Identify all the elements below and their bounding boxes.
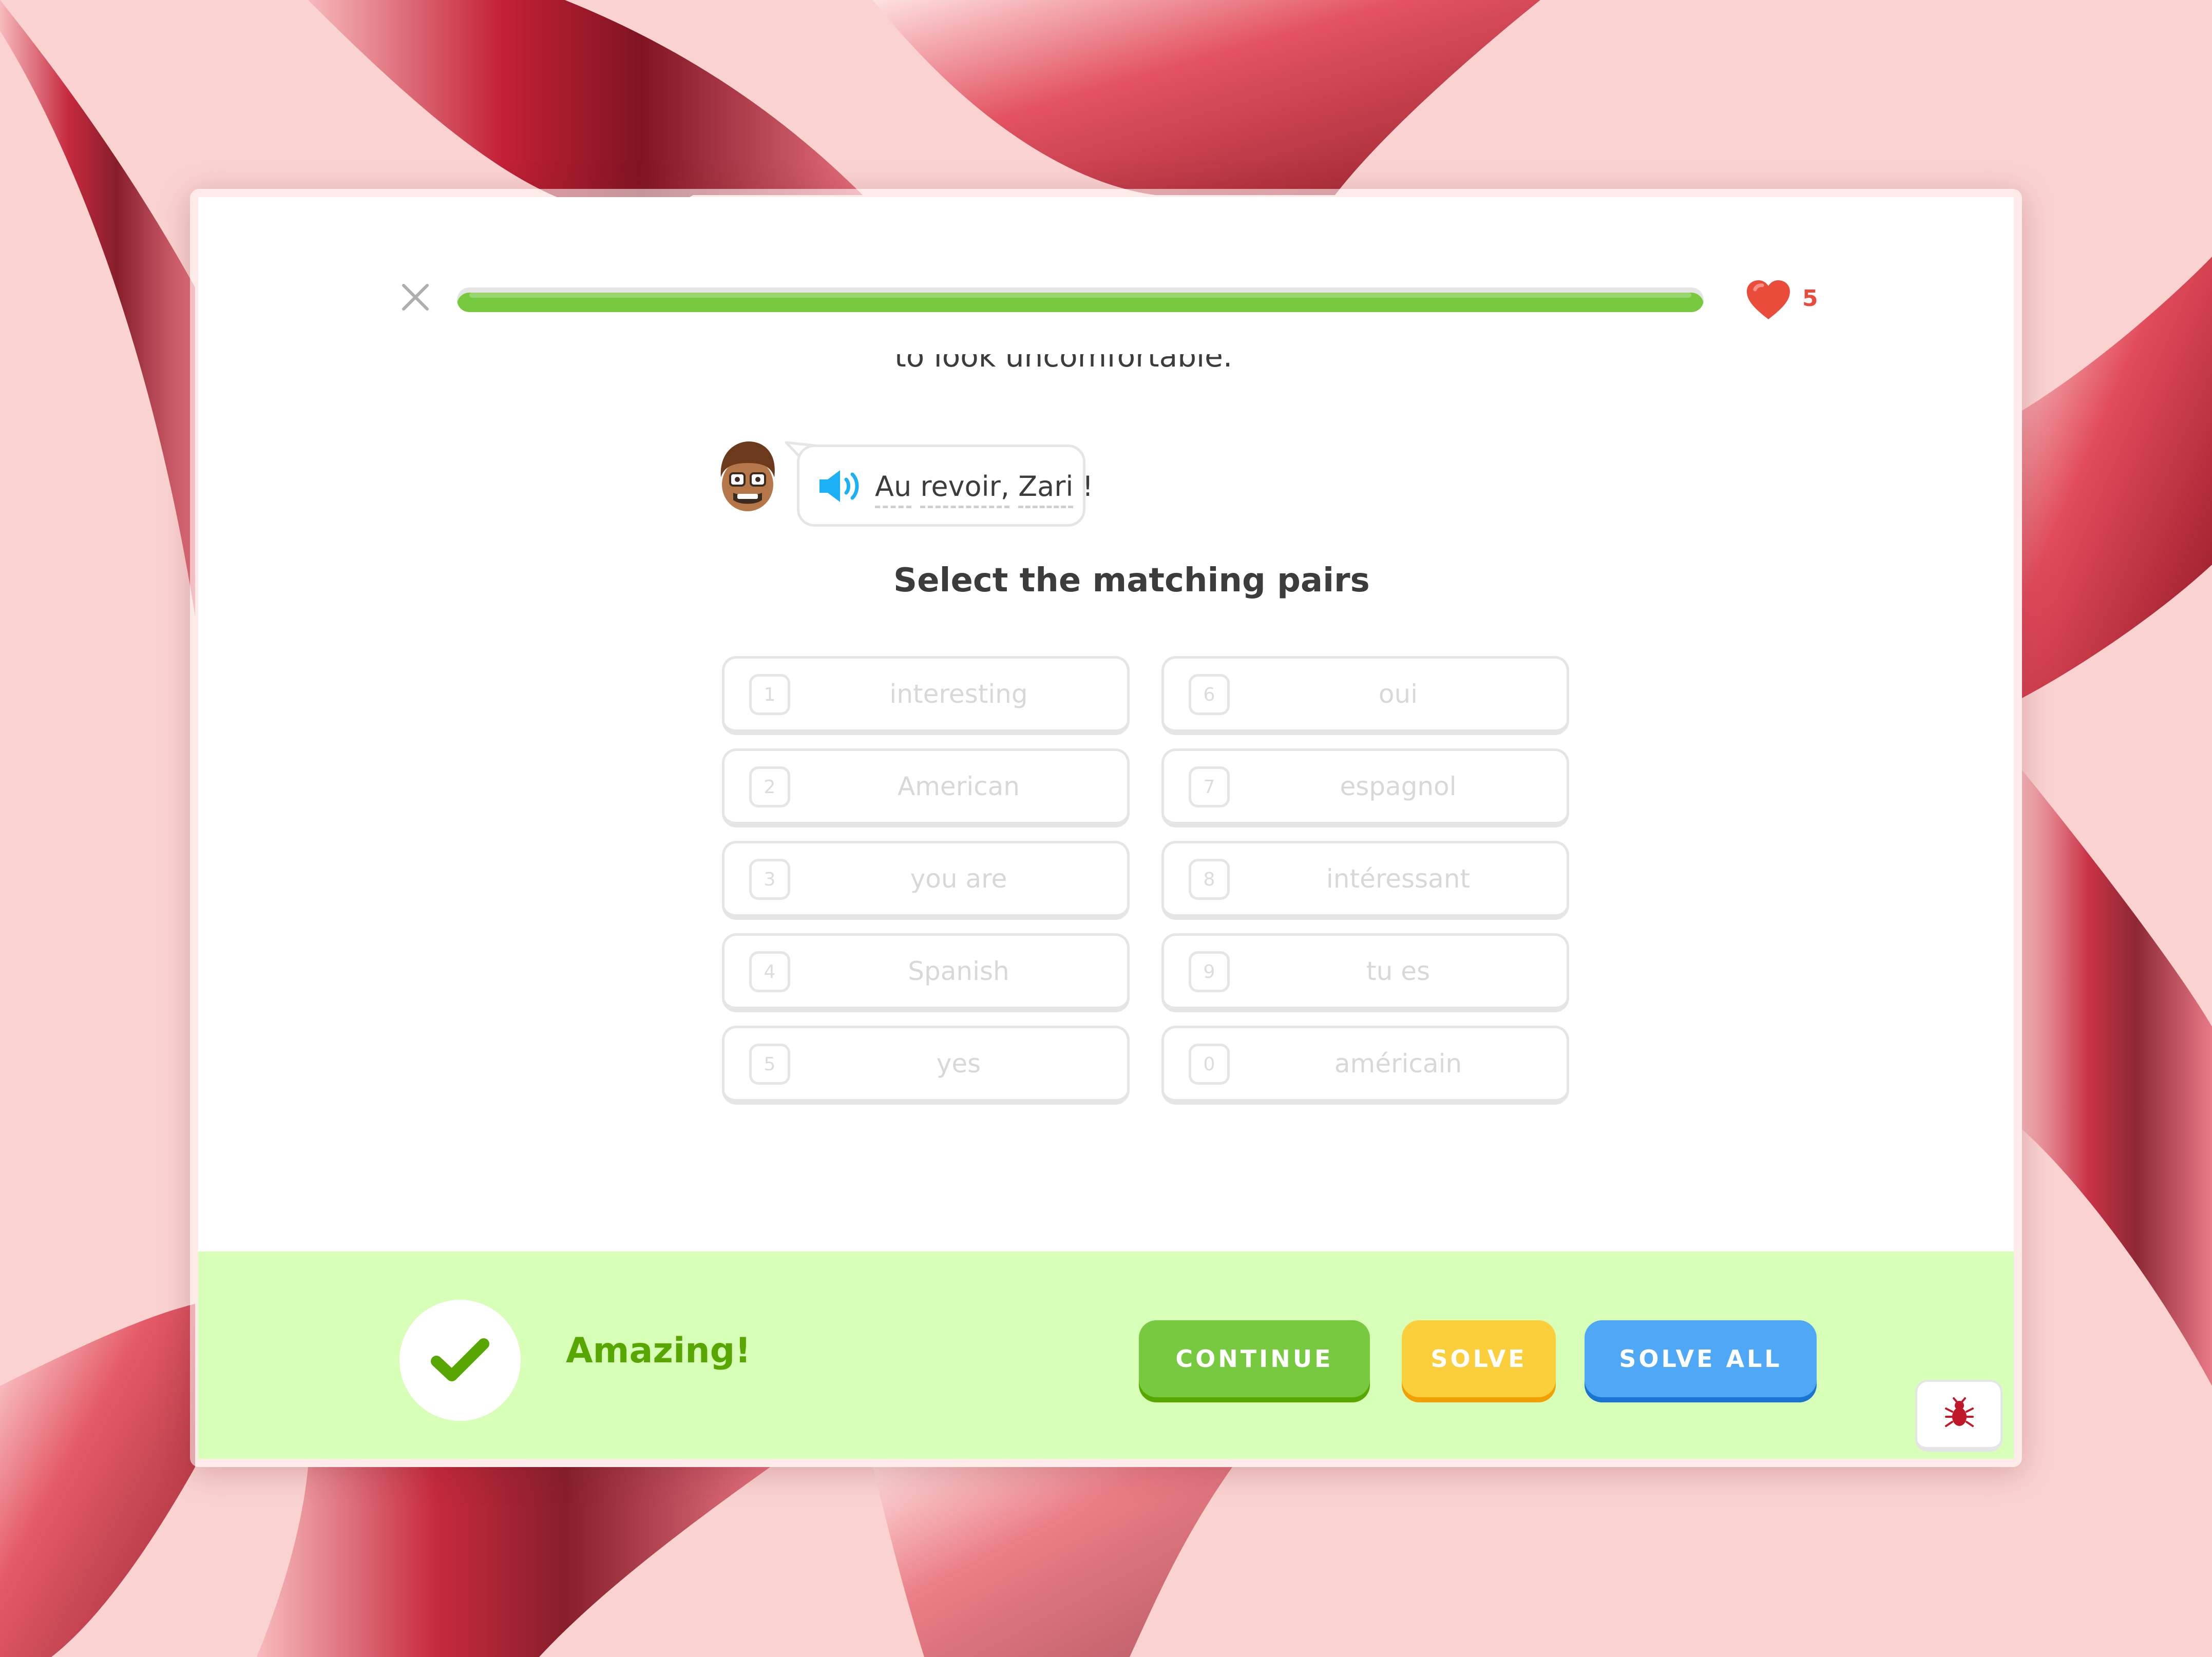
- pair-tile-right[interactable]: 8 intéressant: [1161, 841, 1569, 920]
- tile-number: 4: [749, 951, 790, 992]
- bubble-word[interactable]: Au: [875, 470, 912, 508]
- speech-bubble-text: Au revoir, Zari !: [875, 470, 1094, 508]
- pair-tile-right[interactable]: 7 espagnol: [1161, 748, 1569, 827]
- speaker-icon[interactable]: [817, 467, 865, 505]
- tile-number: 3: [749, 859, 790, 900]
- bubble-word[interactable]: revoir,: [920, 470, 1009, 508]
- tile-word: yes: [936, 1049, 981, 1078]
- feedback-footer: Amazing! CONTINUE SOLVE SOLVE ALL: [198, 1251, 2014, 1459]
- success-badge: [399, 1300, 521, 1421]
- tile-number: 0: [1189, 1044, 1230, 1085]
- tile-word: tu es: [1366, 956, 1430, 986]
- lesson-progress-fill: [457, 293, 1704, 312]
- pair-tile-right[interactable]: 6 oui: [1161, 656, 1569, 735]
- tile-word: espagnol: [1340, 772, 1457, 801]
- tile-word: Spanish: [908, 956, 1009, 986]
- character-avatar: [720, 441, 775, 511]
- app-window: 5 to look uncomfortable. Au revoir, Zari…: [190, 189, 2022, 1467]
- tile-word: américain: [1334, 1049, 1462, 1078]
- tile-word: intéressant: [1326, 864, 1471, 894]
- hearts-count: 5: [1802, 285, 1818, 312]
- pair-tile-left[interactable]: 5 yes: [722, 1026, 1130, 1105]
- pair-tile-right[interactable]: 0 américain: [1161, 1026, 1569, 1105]
- tile-number: 1: [749, 674, 790, 715]
- bubble-word: !: [1082, 470, 1094, 503]
- tile-word: oui: [1378, 679, 1418, 709]
- pair-tile-left[interactable]: 2 American: [722, 748, 1130, 827]
- lesson-screen: 5 to look uncomfortable. Au revoir, Zari…: [198, 197, 2014, 1459]
- hearts-counter[interactable]: 5: [1745, 274, 1832, 325]
- report-bug-button[interactable]: [1915, 1380, 2003, 1452]
- tile-number: 5: [749, 1044, 790, 1085]
- tile-number: 7: [1189, 766, 1230, 807]
- tile-word: you are: [910, 864, 1007, 894]
- challenge-instruction: Select the matching pairs: [893, 562, 1370, 600]
- pair-tile-right[interactable]: 9 tu es: [1161, 933, 1569, 1012]
- solve-button[interactable]: SOLVE: [1402, 1320, 1556, 1397]
- continue-button[interactable]: CONTINUE: [1139, 1320, 1370, 1397]
- close-icon[interactable]: [397, 279, 433, 315]
- tile-number: 2: [749, 766, 790, 807]
- pair-tile-left[interactable]: 4 Spanish: [722, 933, 1130, 1012]
- tile-number: 6: [1189, 674, 1230, 715]
- previous-sentence-fragment: to look uncomfortable.: [894, 354, 1233, 374]
- tile-number: 8: [1189, 859, 1230, 900]
- bubble-word[interactable]: Zari: [1018, 470, 1074, 508]
- checkmark-icon: [431, 1338, 489, 1381]
- pair-tile-left[interactable]: 1 interesting: [722, 656, 1130, 735]
- heart-icon: [1747, 280, 1790, 319]
- feedback-title: Amazing!: [566, 1331, 751, 1371]
- tile-number: 9: [1189, 951, 1230, 992]
- pair-tile-left[interactable]: 3 you are: [722, 841, 1130, 920]
- lesson-progress-bar: [457, 287, 1704, 312]
- solve-all-button[interactable]: SOLVE ALL: [1585, 1320, 1817, 1397]
- bug-icon: [1945, 1397, 1974, 1427]
- tile-word: American: [898, 772, 1020, 801]
- tile-word: interesting: [889, 679, 1028, 709]
